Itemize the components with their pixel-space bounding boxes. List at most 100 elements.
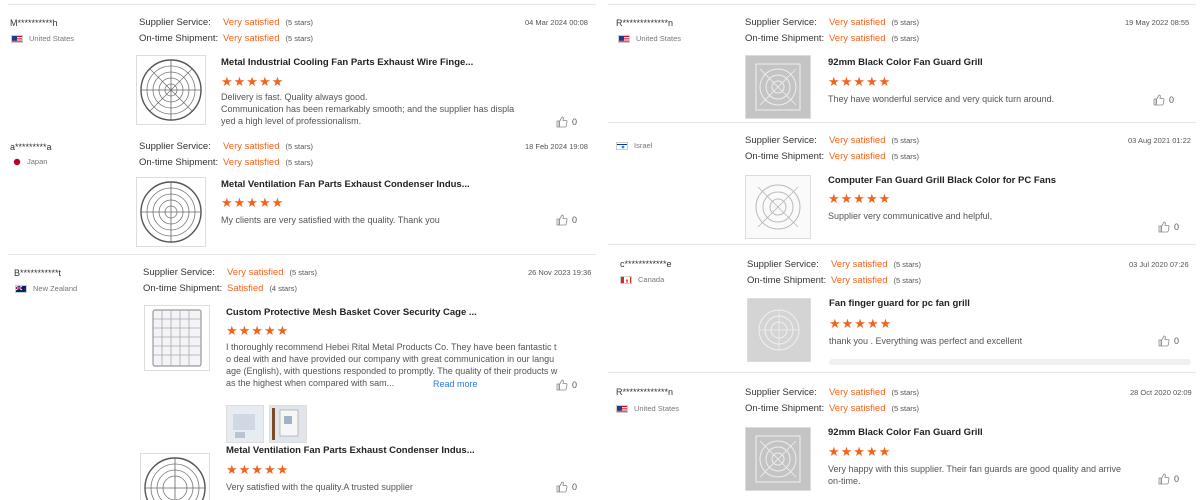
country-label: United States: [636, 34, 682, 43]
review-text: Delivery is fast. Quality always good. C…: [221, 92, 515, 126]
supplier-service-value: Very satisfied: [227, 267, 284, 278]
right-review-column: R*************n United States Supplier S…: [608, 0, 1200, 500]
review-date: 03 Jul 2020 07:26: [1129, 260, 1189, 269]
reviewer-country: United States: [11, 34, 74, 43]
reviewer-name: B***********t: [14, 268, 62, 278]
nz-flag-icon: [15, 284, 27, 293]
reviewer-country: Israel: [616, 141, 652, 150]
review-date: 26 Nov 2023 19:36: [528, 268, 592, 277]
like-button[interactable]: 0: [1153, 94, 1174, 106]
mesh-cage-image: [152, 309, 202, 367]
thumbs-up-icon: [1158, 221, 1170, 233]
attached-photo[interactable]: [226, 405, 264, 443]
country-label: New Zealand: [33, 284, 78, 293]
review-date: 18 Feb 2024 19:08: [525, 142, 588, 151]
like-button[interactable]: 0: [556, 214, 577, 226]
read-more-link[interactable]: Read more: [433, 379, 478, 389]
product-title-link[interactable]: Metal Ventilation Fan Parts Exhaust Cond…: [226, 445, 475, 456]
review-stars: ★★★★★: [829, 316, 893, 331]
review-text-body: I thoroughly recommend Hebei Rital Metal…: [226, 342, 558, 388]
on-time-shipment-label: On-time Shipment:: [745, 403, 825, 414]
product-title-link[interactable]: Custom Protective Mesh Basket Cover Secu…: [226, 307, 477, 318]
thumbs-up-icon: [556, 116, 568, 128]
jp-flag-icon: [13, 158, 21, 166]
us-flag-icon: [618, 34, 630, 43]
product-thumbnail[interactable]: [745, 427, 811, 491]
reviewer-country: United States: [616, 404, 679, 413]
reviewer-country: New Zealand: [15, 284, 77, 293]
product-thumbnail[interactable]: [136, 177, 206, 247]
like-button[interactable]: 0: [556, 116, 577, 128]
attached-photo[interactable]: [269, 405, 307, 443]
review-card: Israel Supplier Service: Very satisfied (5…: [608, 122, 1196, 244]
like-button[interactable]: 0: [556, 481, 577, 493]
rating-meta: Supplier Service: Very satisfied (5 stars)…: [745, 133, 919, 165]
review-text: Very happy with this supplier. Their fan…: [828, 464, 1122, 486]
reviewer-name: M**********h: [10, 18, 58, 28]
product-title-link[interactable]: 92mm Black Color Fan Guard Grill: [828, 427, 983, 438]
product-title-link[interactable]: Metal Ventilation Fan Parts Exhaust Cond…: [221, 179, 470, 190]
on-time-shipment-label: On-time Shipment:: [745, 33, 825, 44]
country-label: Israel: [634, 141, 653, 150]
reviewer-name: c************e: [620, 259, 672, 269]
rating-meta: Supplier Service: Very satisfied (5 stars)…: [747, 257, 921, 289]
on-time-shipment-value: Very satisfied: [829, 403, 886, 414]
supplier-service-value: Very satisfied: [831, 259, 888, 270]
product-title-link[interactable]: Metal Industrial Cooling Fan Parts Exhau…: [221, 57, 473, 68]
supplier-service-stars: (5 stars): [891, 18, 920, 27]
like-button[interactable]: 0: [1158, 221, 1179, 233]
like-count: 0: [572, 482, 578, 492]
on-time-shipment-label: On-time Shipment:: [745, 151, 825, 162]
supplier-service-stars: (5 stars): [285, 18, 314, 27]
review-date: 04 Mar 2024 00:08: [525, 18, 588, 27]
reviewer-country: Japan: [13, 157, 47, 166]
on-time-shipment-stars: (5 stars): [891, 34, 920, 43]
reviewer-country: United States: [618, 34, 681, 43]
review-stars: ★★★★★: [226, 462, 290, 477]
rating-meta: Supplier Service: Very satisfied (5 stars)…: [745, 15, 919, 47]
product-thumbnail[interactable]: [140, 453, 210, 500]
thumbs-up-icon: [1158, 473, 1170, 485]
like-button[interactable]: 0: [1158, 335, 1179, 347]
rating-meta: Supplier Service: Very satisfied (5 stars)…: [139, 139, 313, 171]
supplier-service-label: Supplier Service:: [139, 141, 211, 152]
us-flag-icon: [616, 404, 628, 413]
reviewer-country: Canada: [620, 275, 664, 284]
review-text: thank you . Everything was perfect and e…: [829, 336, 1023, 346]
supplier-service-value: Very satisfied: [829, 135, 886, 146]
rating-meta: Supplier Service: Very satisfied (5 stars)…: [143, 265, 317, 297]
review-stars: ★★★★★: [221, 195, 285, 210]
supplier-service-label: Supplier Service:: [143, 267, 215, 278]
like-button[interactable]: 0: [556, 379, 577, 391]
supplier-service-label: Supplier Service:: [745, 135, 817, 146]
on-time-shipment-label: On-time Shipment:: [139, 33, 219, 44]
product-thumbnail[interactable]: [144, 305, 210, 371]
review-date: 19 May 2022 08:55: [1125, 18, 1190, 27]
on-time-shipment-value: Satisfied: [227, 283, 264, 294]
review-stars: ★★★★★: [828, 74, 892, 89]
product-thumbnail[interactable]: [136, 55, 206, 125]
like-count: 0: [572, 380, 578, 390]
product-thumbnail[interactable]: [745, 175, 811, 239]
like-count: 0: [572, 215, 578, 225]
review-card: R*************n United States Supplier S…: [608, 372, 1196, 500]
on-time-shipment-label: On-time Shipment:: [747, 275, 827, 286]
like-count: 0: [1174, 474, 1180, 484]
product-title-link[interactable]: Computer Fan Guard Grill Black Color for…: [828, 175, 1056, 186]
review-date: 28 Oct 2020 02:09: [1130, 388, 1192, 397]
product-title-link[interactable]: 92mm Black Color Fan Guard Grill: [828, 57, 983, 68]
review-card: R*************n United States Supplier S…: [608, 4, 1196, 122]
thumbs-up-icon: [556, 379, 568, 391]
product-thumbnail[interactable]: [745, 55, 811, 119]
country-label: Japan: [27, 157, 48, 166]
rating-meta: Supplier Service: Very satisfied (5 stars)…: [745, 385, 919, 417]
supplier-service-stars: (5 stars): [285, 142, 314, 151]
product-thumbnail[interactable]: [747, 298, 811, 362]
on-time-shipment-stars: (5 stars): [891, 152, 920, 161]
product-title-link[interactable]: Fan finger guard for pc fan grill: [829, 298, 970, 309]
on-time-shipment-value: Very satisfied: [223, 157, 280, 168]
country-label: United States: [29, 34, 75, 43]
like-count: 0: [1169, 95, 1175, 105]
like-button[interactable]: 0: [1158, 473, 1179, 485]
fan-grill-image: [746, 428, 810, 490]
